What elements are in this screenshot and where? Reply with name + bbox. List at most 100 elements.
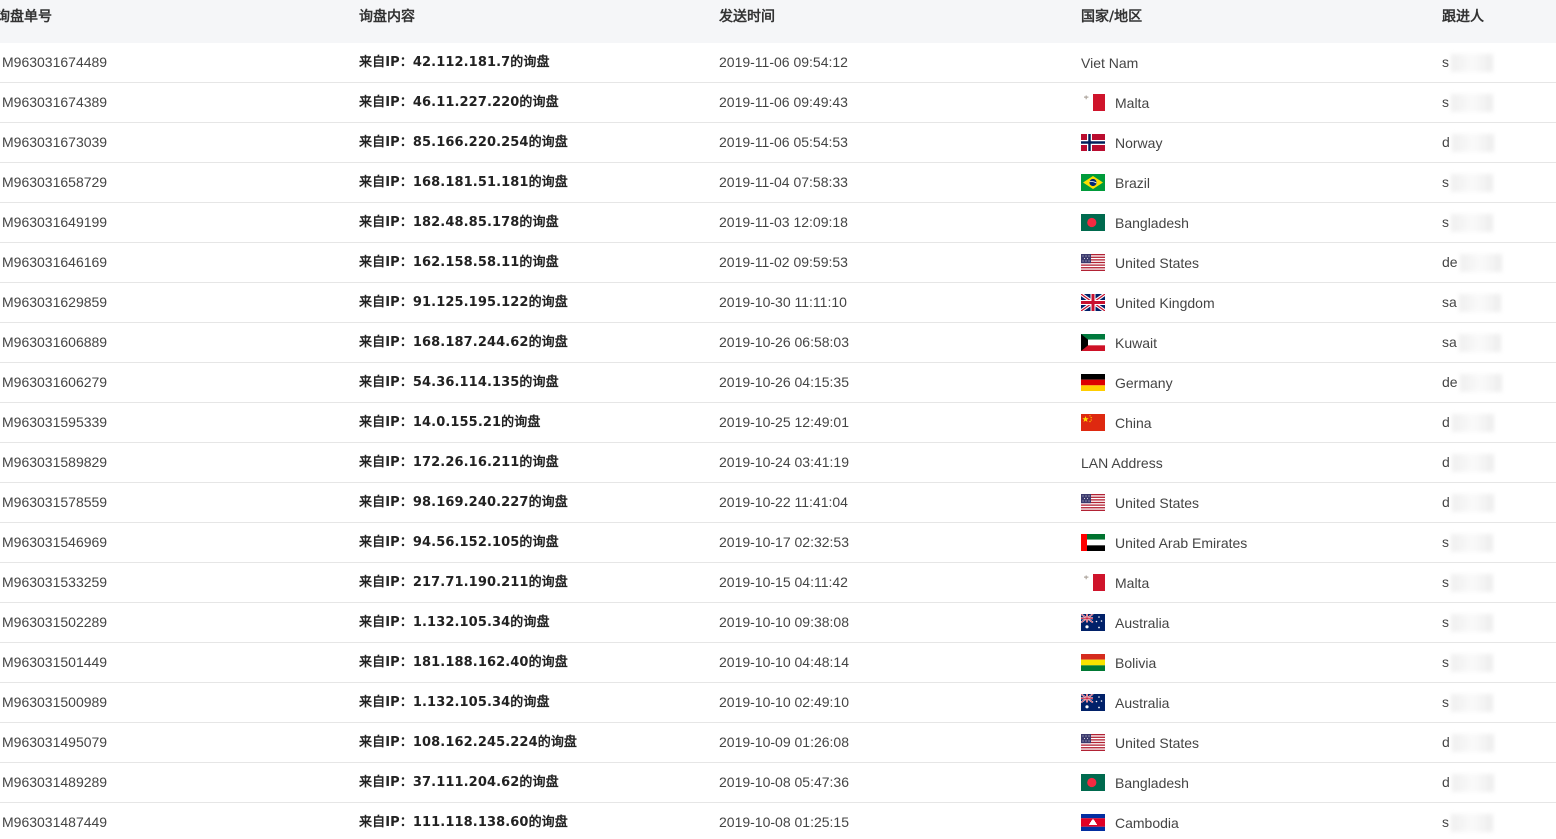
column-header-country[interactable]: 国家/地区 xyxy=(1081,0,1142,35)
inquiry-list-page: 询盘单号 询盘内容 发送时间 国家/地区 跟进人 M963031674489 来… xyxy=(0,0,1556,839)
table-row[interactable]: M963031546969 来自IP：94.56.152.105的询盘 2019… xyxy=(0,523,1556,563)
inquiry-content-link[interactable]: 来自IP：168.187.244.62的询盘 xyxy=(359,323,568,362)
inquiry-id[interactable]: M963031578559 xyxy=(2,483,107,522)
inquiry-id[interactable]: M963031606279 xyxy=(2,363,107,402)
inquiry-id[interactable]: M963031595339 xyxy=(2,403,107,442)
table-row[interactable]: M963031673039 来自IP：85.166.220.254的询盘 201… xyxy=(0,123,1556,163)
country-name: Malta xyxy=(1115,574,1150,591)
table-row[interactable]: M963031595339 来自IP：14.0.155.21的询盘 2019-1… xyxy=(0,403,1556,443)
redacted-mask xyxy=(1451,454,1494,473)
inquiry-content-link[interactable]: 来自IP：14.0.155.21的询盘 xyxy=(359,403,540,442)
redacted-mask xyxy=(1451,694,1493,713)
inquiry-content-link[interactable]: 来自IP：108.162.245.224的询盘 xyxy=(359,723,577,762)
redacted-mask xyxy=(1458,334,1501,353)
table-row[interactable]: M963031606279 来自IP：54.36.114.135的询盘 2019… xyxy=(0,363,1556,403)
country-name: LAN Address xyxy=(1081,454,1163,471)
inquiry-id[interactable]: M963031495079 xyxy=(2,723,107,762)
china-flag-icon xyxy=(1081,413,1105,431)
column-header-time[interactable]: 发送时间 xyxy=(719,0,775,35)
inquiry-content-link[interactable]: 来自IP：91.125.195.122的询盘 xyxy=(359,283,568,322)
inquiry-content-link[interactable]: 来自IP：98.169.240.227的询盘 xyxy=(359,483,568,522)
inquiry-id[interactable]: M963031674389 xyxy=(2,83,107,122)
inquiry-content-link[interactable]: 来自IP：1.132.105.34的询盘 xyxy=(359,683,550,722)
country-cell: Bangladesh xyxy=(1081,203,1189,242)
norway-flag-icon xyxy=(1081,133,1105,151)
inquiry-id[interactable]: M963031487449 xyxy=(2,803,107,839)
table-row[interactable]: M963031674489 来自IP：42.112.181.7的询盘 2019-… xyxy=(0,43,1556,83)
table-row[interactable]: M963031674389 来自IP：46.11.227.220的询盘 2019… xyxy=(0,83,1556,123)
table-row[interactable]: M963031502289 来自IP：1.132.105.34的询盘 2019-… xyxy=(0,603,1556,643)
column-header-content[interactable]: 询盘内容 xyxy=(359,0,415,35)
redacted-mask xyxy=(1451,134,1494,153)
bolivia-flag-icon xyxy=(1081,653,1105,671)
united-states-flag-icon xyxy=(1081,493,1105,511)
redacted-mask xyxy=(1451,54,1493,73)
assignee-name: s xyxy=(1442,694,1449,710)
table-row[interactable]: M963031589829 来自IP：172.26.16.211的询盘 2019… xyxy=(0,443,1556,483)
country-name: Viet Nam xyxy=(1081,54,1139,71)
inquiry-id[interactable]: M963031501449 xyxy=(2,643,107,682)
inquiry-content-link[interactable]: 来自IP：85.166.220.254的询盘 xyxy=(359,123,568,162)
column-header-assignee[interactable]: 跟进人 xyxy=(1442,0,1484,35)
inquiry-content-link[interactable]: 来自IP：42.112.181.7的询盘 xyxy=(359,43,550,82)
table-row[interactable]: M963031533259 来自IP：217.71.190.211的询盘 201… xyxy=(0,563,1556,603)
table-row[interactable]: M963031646169 来自IP：162.158.58.11的询盘 2019… xyxy=(0,243,1556,283)
table-row[interactable]: M963031501449 来自IP：181.188.162.40的询盘 201… xyxy=(0,643,1556,683)
inquiry-content-link[interactable]: 来自IP：162.158.58.11的询盘 xyxy=(359,243,559,282)
inquiry-content-link[interactable]: 来自IP：1.132.105.34的询盘 xyxy=(359,603,550,642)
table-row[interactable]: M963031500989 来自IP：1.132.105.34的询盘 2019-… xyxy=(0,683,1556,723)
inquiry-id[interactable]: M963031533259 xyxy=(2,563,107,602)
table-row[interactable]: M963031629859 来自IP：91.125.195.122的询盘 201… xyxy=(0,283,1556,323)
united-states-flag-icon xyxy=(1081,733,1105,751)
country-name: Norway xyxy=(1115,134,1163,151)
inquiry-id[interactable]: M963031500989 xyxy=(2,683,107,722)
inquiry-id[interactable]: M963031606889 xyxy=(2,323,107,362)
assignee-name: s xyxy=(1442,214,1449,230)
inquiry-id[interactable]: M963031658729 xyxy=(2,163,107,202)
inquiry-content-link[interactable]: 来自IP：217.71.190.211的询盘 xyxy=(359,563,568,602)
inquiry-id[interactable]: M963031489289 xyxy=(2,763,107,802)
inquiry-id[interactable]: M963031502289 xyxy=(2,603,107,642)
send-time: 2019-11-02 09:59:53 xyxy=(719,254,848,270)
cambodia-flag-icon xyxy=(1081,813,1105,831)
inquiry-id[interactable]: M963031546969 xyxy=(2,523,107,562)
inquiry-content-link[interactable]: 来自IP：168.181.51.181的询盘 xyxy=(359,163,568,202)
table-row[interactable]: M963031649199 来自IP：182.48.85.178的询盘 2019… xyxy=(0,203,1556,243)
inquiry-content-link[interactable]: 来自IP：172.26.16.211的询盘 xyxy=(359,443,559,482)
assignee-cell: s xyxy=(1442,643,1493,682)
inquiry-id[interactable]: M963031646169 xyxy=(2,243,107,282)
send-time: 2019-10-22 11:41:04 xyxy=(719,494,848,510)
assignee-cell: s xyxy=(1442,163,1493,202)
assignee-name: s xyxy=(1442,534,1449,550)
inquiry-content-link[interactable]: 来自IP：94.56.152.105的询盘 xyxy=(359,523,559,562)
united-kingdom-flag-icon xyxy=(1081,293,1105,311)
inquiry-content-link[interactable]: 来自IP：46.11.227.220的询盘 xyxy=(359,83,559,122)
inquiry-content-link[interactable]: 来自IP：37.111.204.62的询盘 xyxy=(359,763,559,802)
redacted-mask xyxy=(1451,534,1493,553)
assignee-cell: s xyxy=(1442,523,1493,562)
inquiry-content-link[interactable]: 来自IP：181.188.162.40的询盘 xyxy=(359,643,568,682)
assignee-cell: sa xyxy=(1442,283,1501,322)
inquiry-content-link[interactable]: 来自IP：54.36.114.135的询盘 xyxy=(359,363,559,402)
table-row[interactable]: M963031487449 来自IP：111.118.138.60的询盘 201… xyxy=(0,803,1556,839)
table-row[interactable]: M963031578559 来自IP：98.169.240.227的询盘 201… xyxy=(0,483,1556,523)
table-row[interactable]: M963031489289 来自IP：37.111.204.62的询盘 2019… xyxy=(0,763,1556,803)
inquiry-id[interactable]: M963031629859 xyxy=(2,283,107,322)
assignee-cell: s xyxy=(1442,43,1493,82)
column-header-id[interactable]: 询盘单号 xyxy=(0,0,52,35)
table-row[interactable]: M963031606889 来自IP：168.187.244.62的询盘 201… xyxy=(0,323,1556,363)
table-row[interactable]: M963031658729 来自IP：168.181.51.181的询盘 201… xyxy=(0,163,1556,203)
table-row[interactable]: M963031495079 来自IP：108.162.245.224的询盘 20… xyxy=(0,723,1556,763)
assignee-name: d xyxy=(1442,414,1450,430)
inquiry-content-link[interactable]: 来自IP：111.118.138.60的询盘 xyxy=(359,803,568,839)
send-time: 2019-10-25 12:49:01 xyxy=(719,414,849,430)
redacted-mask xyxy=(1451,214,1493,233)
inquiry-id[interactable]: M963031589829 xyxy=(2,443,107,482)
inquiry-content-link[interactable]: 来自IP：182.48.85.178的询盘 xyxy=(359,203,559,242)
redacted-mask xyxy=(1459,254,1502,273)
inquiry-id[interactable]: M963031674489 xyxy=(2,43,107,82)
assignee-cell: s xyxy=(1442,683,1493,722)
country-cell: Bangladesh xyxy=(1081,763,1189,802)
inquiry-id[interactable]: M963031649199 xyxy=(2,203,107,242)
inquiry-id[interactable]: M963031673039 xyxy=(2,123,107,162)
